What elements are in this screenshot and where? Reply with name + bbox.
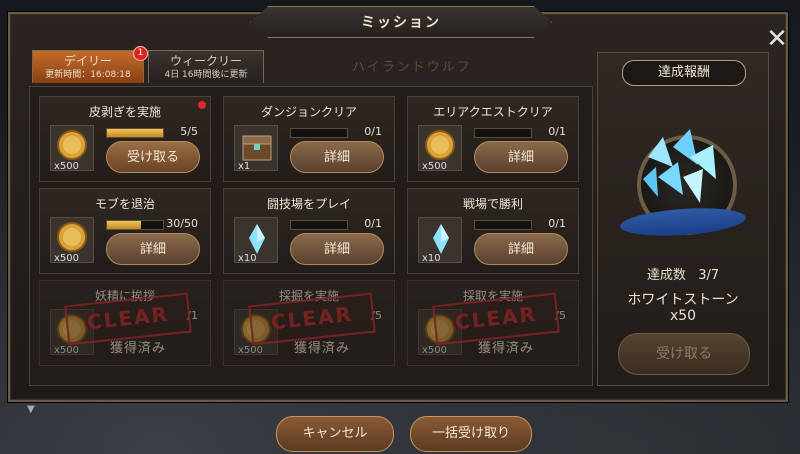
achievement-count-value: 3/7 bbox=[698, 268, 720, 283]
reward-qty: x1 bbox=[238, 161, 251, 172]
reward-title: 達成報酬 bbox=[622, 60, 746, 86]
mission-card: 皮剥ぎを実施 x500 5/5 受け取る bbox=[39, 96, 211, 182]
reward-qty: x500 bbox=[54, 253, 80, 264]
progress-bar bbox=[290, 128, 348, 138]
detail-button[interactable]: 詳細 bbox=[474, 141, 568, 173]
progress-text: 0/1 bbox=[364, 125, 382, 138]
mission-name: ダンジョンクリア bbox=[260, 105, 357, 119]
mission-card: 採取を実施 x500/5 獲得済み CLEAR bbox=[407, 280, 579, 366]
claim-all-button[interactable]: 一括受け取り bbox=[410, 416, 532, 452]
background-area-name: ハイランドウルフ bbox=[352, 60, 472, 75]
detail-button[interactable]: 詳細 bbox=[290, 233, 384, 265]
mission-name: 皮剥ぎを実施 bbox=[88, 105, 161, 119]
mission-card: モブを退治 x500 30/50 詳細 bbox=[39, 188, 211, 274]
progress-text: 0/1 bbox=[364, 217, 382, 230]
window-title: ミッション bbox=[361, 15, 441, 31]
progress-bar bbox=[290, 220, 348, 230]
progress-text: 0/1 bbox=[548, 125, 566, 138]
close-icon[interactable]: ✕ bbox=[764, 26, 790, 52]
tab-daily[interactable]: デイリー 更新時間：16:08:18 bbox=[32, 50, 144, 83]
reward-claim-button[interactable]: 受け取る bbox=[618, 333, 750, 375]
reward-qty: x500 bbox=[54, 161, 80, 172]
reward-panel: 達成報酬 達成数 3/7 ホワイトストーン x50 受け取る bbox=[597, 52, 769, 386]
progress-bar bbox=[106, 128, 164, 138]
reward-qty: x10 bbox=[238, 253, 257, 264]
reward-qty: x500 bbox=[422, 161, 448, 172]
mission-grid: 皮剥ぎを実施 x500 5/5 受け取る ダンジョンクリア x1 0/1 詳細 エリアクエストク… bbox=[29, 86, 593, 386]
achievement-count: 達成数 3/7 bbox=[598, 264, 768, 283]
mission-card: ダンジョンクリア x1 0/1 詳細 bbox=[223, 96, 395, 182]
mission-name: エリアクエストクリア bbox=[433, 105, 553, 119]
window-title-bar: ミッション bbox=[250, 6, 552, 38]
mission-card: 妖精に挨拶 x500/1 獲得済み CLEAR bbox=[39, 280, 211, 366]
reward-qty: x500 bbox=[54, 345, 80, 356]
progress-text: 5/5 bbox=[180, 125, 198, 138]
cancel-button[interactable]: キャンセル bbox=[276, 416, 394, 452]
progress-bar bbox=[474, 128, 532, 138]
tab-daily-label: デイリー bbox=[63, 54, 112, 68]
chevron-down-icon[interactable]: ▼ bbox=[27, 404, 35, 415]
tab-weekly-refresh: 4日 16時間後に更新 bbox=[164, 70, 248, 80]
reward-qty: x500 bbox=[238, 345, 264, 356]
mission-card: 闘技場をプレイ x10 0/1 詳細 bbox=[223, 188, 395, 274]
mission-name: 戦場で勝利 bbox=[462, 197, 523, 211]
reward-qty: x500 bbox=[422, 345, 448, 356]
progress-fill bbox=[107, 221, 141, 229]
tab-weekly[interactable]: ウィークリー 4日 16時間後に更新 bbox=[148, 50, 264, 83]
detail-button[interactable]: 詳細 bbox=[106, 233, 200, 265]
detail-button[interactable]: 詳細 bbox=[474, 233, 568, 265]
achievement-count-label: 達成数 bbox=[646, 268, 686, 283]
mission-name: 闘技場をプレイ bbox=[266, 197, 351, 211]
claim-button[interactable]: 受け取る bbox=[106, 141, 200, 173]
progress-text: 30/50 bbox=[166, 217, 198, 230]
detail-button[interactable]: 詳細 bbox=[290, 141, 384, 173]
notification-dot bbox=[198, 101, 206, 109]
reward-item-name: ホワイトストーン bbox=[627, 292, 739, 308]
reward-qty: x10 bbox=[422, 253, 441, 264]
mission-name: モブを退治 bbox=[94, 197, 155, 211]
progress-bar bbox=[106, 220, 164, 230]
mission-card: 採掘を実施 x500/5 獲得済み CLEAR bbox=[223, 280, 395, 366]
white-stone-bundle-icon bbox=[643, 129, 716, 203]
notification-badge: 1 bbox=[133, 46, 148, 61]
tab-daily-refresh: 更新時間：16:08:18 bbox=[45, 70, 131, 80]
tab-weekly-label: ウィークリー bbox=[169, 54, 242, 68]
mission-card: 戦場で勝利 x10 0/1 詳細 bbox=[407, 188, 579, 274]
mission-card: エリアクエストクリア x500 0/1 詳細 bbox=[407, 96, 579, 182]
progress-text: 0/1 bbox=[548, 217, 566, 230]
progress-bar bbox=[474, 220, 532, 230]
progress-fill bbox=[107, 129, 163, 137]
reward-item-qty: x50 bbox=[669, 308, 697, 324]
